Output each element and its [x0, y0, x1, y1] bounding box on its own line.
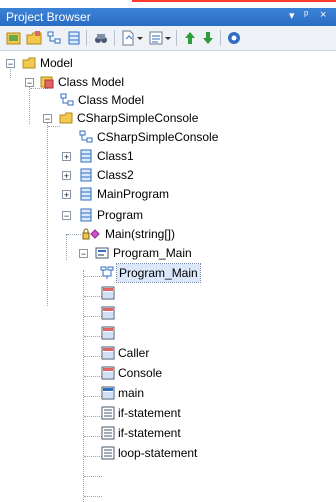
action-icon	[101, 286, 115, 300]
folder-icon	[59, 112, 73, 124]
class-icon	[80, 208, 92, 222]
close-icon[interactable]: ×	[320, 9, 326, 21]
toolbar-separator	[176, 30, 177, 46]
toolbar-separator	[114, 30, 115, 46]
new-element-icon[interactable]	[66, 30, 82, 46]
class-icon	[80, 149, 92, 163]
action-icon	[101, 346, 115, 360]
dropdown-icon[interactable]	[136, 30, 144, 46]
dropdown-menu-icon[interactable]: ▾	[289, 9, 295, 22]
toolbar-separator	[220, 30, 221, 46]
action-icon	[101, 366, 115, 380]
expand-toggle[interactable]: +	[62, 152, 71, 162]
statement-icon	[101, 446, 115, 460]
tree-item-if-statement-1[interactable]: if-statement	[0, 404, 336, 422]
properties-icon[interactable]	[148, 30, 164, 46]
tree-item-if-statement-2[interactable]: if-statement	[0, 424, 336, 442]
tree-item-csharpsimpleconsole-diagram[interactable]: CSharpSimpleConsole	[0, 128, 336, 146]
tree-item-class2[interactable]: + Class2	[0, 166, 336, 184]
tree-item-program-main-activity[interactable]: − Program_Main	[0, 244, 336, 262]
tree-item-csharpsimpleconsole-folder[interactable]: − CSharpSimpleConsole	[0, 109, 336, 127]
tree-item-console[interactable]: Console	[0, 364, 336, 382]
action-icon	[101, 326, 115, 340]
tree-item-program[interactable]: − Program	[0, 206, 336, 224]
new-diagram-icon[interactable]	[46, 30, 62, 46]
toolbar-separator	[86, 30, 87, 46]
collapse-toggle[interactable]: −	[25, 78, 34, 88]
move-up-icon[interactable]	[182, 30, 198, 46]
dropdown-icon[interactable]	[164, 30, 172, 46]
tree-item-program-main-diagram[interactable]: Program_Main	[0, 263, 336, 283]
class-icon	[80, 187, 92, 201]
tree-item-class-model-diagram[interactable]: Class Model	[0, 91, 336, 109]
collapse-toggle[interactable]: −	[62, 211, 71, 221]
package-icon	[40, 76, 54, 89]
document-icon[interactable]	[120, 30, 136, 46]
tree-connector	[84, 476, 102, 477]
new-model-icon[interactable]	[6, 30, 22, 46]
statement-icon	[101, 406, 115, 420]
diagram-icon	[79, 130, 93, 143]
diagram-icon	[60, 93, 74, 106]
help-icon[interactable]	[226, 30, 242, 46]
action-icon	[101, 386, 115, 400]
class-icon	[80, 168, 92, 182]
collapse-toggle[interactable]: −	[43, 114, 52, 124]
window-title: Project Browser	[6, 10, 91, 24]
move-down-icon[interactable]	[200, 30, 216, 46]
tree-item-mainprogram[interactable]: + MainProgram	[0, 185, 336, 203]
tree-item-unnamed-action-2[interactable]	[0, 304, 336, 322]
expand-toggle[interactable]: +	[62, 190, 71, 200]
tree-connector	[84, 496, 102, 497]
new-package-icon[interactable]	[26, 30, 42, 46]
project-tree: − Model − Class Model Class Model − CSha…	[0, 50, 336, 502]
tree-item-unnamed-action-1[interactable]	[0, 284, 336, 302]
action-icon	[101, 306, 115, 320]
project-browser-titlebar: Project Browser ▾ ᵖ ×	[0, 8, 336, 26]
tree-item-class-model-package[interactable]: − Class Model	[0, 73, 336, 91]
tree-item-caller[interactable]: Caller	[0, 344, 336, 362]
top-accent-line	[132, 0, 336, 2]
pin-icon[interactable]: ᵖ	[304, 9, 308, 21]
activity-icon	[95, 247, 109, 259]
tree-item-class1[interactable]: + Class1	[0, 147, 336, 165]
collapse-toggle[interactable]: −	[6, 59, 15, 69]
tree-item-unnamed-action-3[interactable]	[0, 324, 336, 342]
statement-icon	[101, 426, 115, 440]
operation-icon	[82, 228, 100, 240]
tree-item-loop-statement[interactable]: loop-statement	[0, 444, 336, 462]
tree-item-model[interactable]: − Model	[0, 54, 336, 72]
find-icon[interactable]	[93, 30, 109, 46]
expand-toggle[interactable]: +	[62, 171, 71, 181]
toolbar	[0, 26, 336, 51]
model-icon	[22, 57, 36, 69]
tree-item-main-operation[interactable]: Main(string[])	[0, 225, 336, 243]
tree-item-main[interactable]: main	[0, 384, 336, 402]
collapse-toggle[interactable]: −	[79, 249, 88, 259]
activity-diagram-icon	[100, 266, 114, 279]
